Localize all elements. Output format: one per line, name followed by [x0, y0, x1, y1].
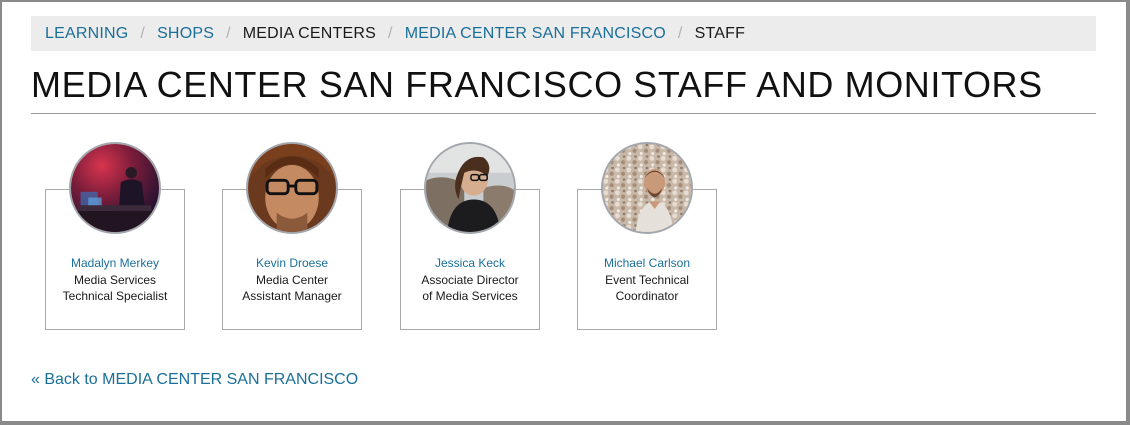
staff-photo-image — [603, 144, 691, 232]
staff-name-link[interactable]: Madalyn Merkey — [46, 256, 184, 270]
staff-photo-image — [248, 144, 336, 232]
staff-photo[interactable] — [424, 142, 516, 234]
breadcrumb-separator: / — [226, 24, 231, 42]
staff-role-line: Associate Director — [421, 273, 519, 287]
staff-role-line: of Media Services — [422, 289, 518, 303]
staff-role: Associate Director of Media Services — [407, 272, 533, 304]
breadcrumb-learning[interactable]: LEARNING — [45, 25, 128, 43]
staff-role-line: Event Technical — [605, 273, 689, 287]
staff-role-line: Media Services — [73, 273, 157, 287]
title-divider — [31, 113, 1096, 114]
breadcrumb: LEARNING / SHOPS / MEDIA CENTERS / MEDIA… — [31, 16, 1096, 51]
staff-photo[interactable] — [69, 142, 161, 234]
staff-role-line: Assistant Manager — [242, 289, 342, 303]
breadcrumb-separator: / — [140, 24, 146, 42]
staff-role: Event Technical Coordinator — [584, 272, 710, 304]
breadcrumb-shops[interactable]: SHOPS — [157, 25, 214, 43]
breadcrumb-media-center-san-francisco[interactable]: MEDIA CENTER SAN FRANCISCO — [405, 25, 666, 43]
staff-photo-image — [71, 144, 159, 232]
breadcrumb-staff: STAFF — [694, 24, 746, 42]
breadcrumb-media-centers: MEDIA CENTERS — [242, 24, 377, 42]
back-link[interactable]: « Back to MEDIA CENTER SAN FRANCISCO — [31, 371, 358, 389]
breadcrumb-separator: / — [388, 24, 393, 42]
staff-photo[interactable] — [601, 142, 693, 234]
staff-photo[interactable] — [246, 142, 338, 234]
breadcrumb-separator: / — [677, 24, 683, 42]
staff-role-line: Coordinator — [615, 289, 679, 303]
staff-role: Media Services Technical Specialist — [52, 272, 178, 304]
staff-role: Media Center Assistant Manager — [229, 272, 355, 304]
staff-role-line: Technical Specialist — [62, 289, 168, 303]
page-frame: LEARNING / SHOPS / MEDIA CENTERS / MEDIA… — [2, 2, 1126, 421]
staff-role-line: Media Center — [255, 273, 329, 287]
staff-name-link[interactable]: Kevin Droese — [223, 256, 361, 270]
staff-name-link[interactable]: Jessica Keck — [401, 256, 539, 270]
staff-name-link[interactable]: Michael Carlson — [578, 256, 716, 270]
staff-photo-image — [426, 144, 514, 232]
page-title: MEDIA CENTER SAN FRANCISCO STAFF AND MON… — [31, 64, 1043, 105]
